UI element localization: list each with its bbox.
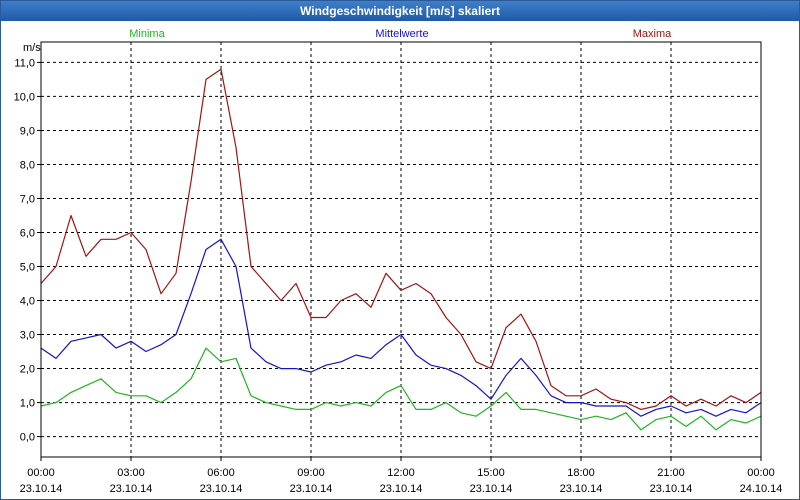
y-tick-label: 11,0 [14, 57, 35, 69]
legend-entry-mittelwerte: Mittelwerte [375, 28, 428, 40]
x-axis: 00:00 23.10.14 03:00 23.10.14 06:00 23.10.14 0… [20, 457, 783, 495]
y-tick-label: 8,0 [20, 159, 35, 171]
x-tick-time: 18:00 [567, 467, 595, 479]
x-tick-date: 23.10.14 [380, 483, 423, 495]
x-tick-time: 15:00 [477, 467, 505, 479]
x-tick-time: 06:00 [207, 467, 235, 479]
x-tick-date: 23.10.14 [470, 483, 513, 495]
window-title: Windgeschwindigkeit [m/s] skaliert [1, 1, 799, 21]
x-tick-time: 12:00 [387, 467, 415, 479]
y-tick-label: 7,0 [20, 193, 35, 205]
y-tick-label: 4,0 [20, 296, 35, 308]
legend-entry-maxima: Maxima [633, 28, 672, 40]
legend: Minima Mittelwerte Maxima [129, 28, 672, 40]
wind-speed-chart: Minima Mittelwerte Maxima m/s 0,0 1,0 2,0 3,0… [14, 28, 783, 495]
x-tick-date: 23.10.14 [200, 483, 243, 495]
y-tick-label: 10,0 [14, 91, 35, 103]
x-tick-date: 23.10.14 [560, 483, 603, 495]
y-axis: 0,0 1,0 2,0 3,0 4,0 5,0 6,0 7,0 8,0 9,0 10,0 11,0 [14, 57, 41, 444]
x-tick-time: 03:00 [117, 467, 145, 479]
x-tick-time: 21:00 [657, 467, 685, 479]
x-tick-date: 23.10.14 [290, 483, 333, 495]
y-tick-label: 9,0 [20, 125, 35, 137]
x-tick-date: 23.10.14 [20, 483, 63, 495]
legend-entry-minima: Minima [129, 28, 165, 40]
y-axis-label: m/s [23, 42, 41, 54]
y-tick-label: 2,0 [20, 364, 35, 376]
y-tick-label: 1,0 [20, 398, 35, 410]
y-tick-label: 3,0 [20, 330, 35, 342]
x-tick-date: 23.10.14 [110, 483, 153, 495]
y-tick-label: 6,0 [20, 227, 35, 239]
y-tick-label: 5,0 [20, 262, 35, 274]
y-tick-label: 0,0 [20, 432, 35, 444]
x-tick-time: 00:00 [27, 467, 55, 479]
x-tick-date: 24.10.14 [740, 483, 783, 495]
x-tick-date: 23.10.14 [650, 483, 693, 495]
x-tick-time: 09:00 [297, 467, 325, 479]
chart-window: Windgeschwindigkeit [m/s] skaliert Minim… [0, 0, 800, 500]
x-tick-time: 00:00 [747, 467, 775, 479]
